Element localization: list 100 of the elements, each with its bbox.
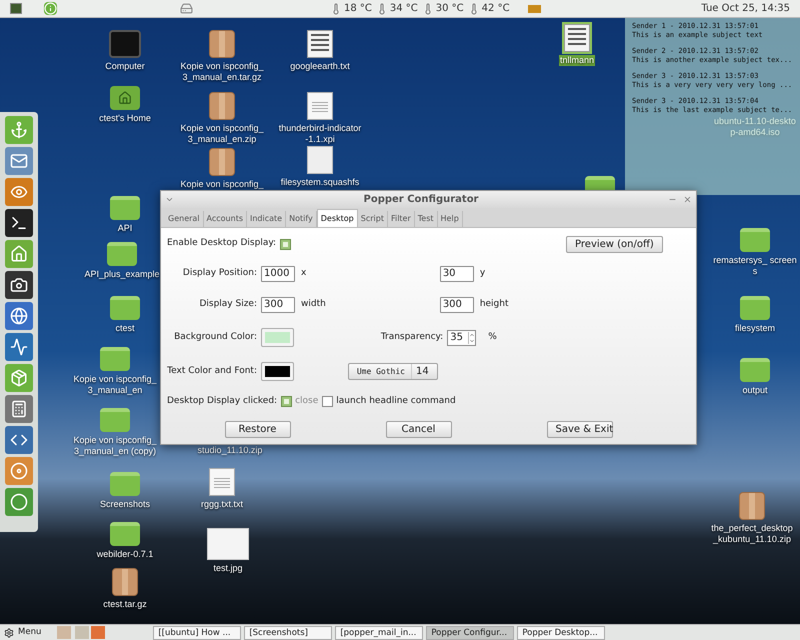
icon-label[interactable]: ctest.tar.gz [102,599,148,610]
enable-checkbox[interactable] [280,238,292,250]
folder-icon [740,228,770,252]
folder-icon [740,358,770,382]
field-label: Display Size: [198,298,257,312]
icon-label[interactable]: Computer [104,61,146,72]
icon-label[interactable]: webilder-0.7.1 [96,549,154,560]
folder-icon [110,196,140,220]
waveform-icon[interactable] [5,333,33,361]
terminal-icon[interactable] [5,209,33,237]
package-icon [112,568,138,596]
icon-label[interactable]: thunderbird-indicator-1.1.xpi [277,123,363,145]
temperature-reading: 18 °C [344,2,372,16]
folder-icon [740,296,770,320]
battery-icon[interactable] [528,4,541,12]
globe-icon[interactable] [5,302,33,330]
document-icon [307,92,333,120]
icon-label[interactable]: API_plus_example [83,269,161,280]
icon-label[interactable]: the_perfect_desktop_kubuntu_11.10.zip [709,523,795,545]
mail-icon[interactable] [5,147,33,175]
icon-label[interactable]: API [116,223,134,234]
close-icon[interactable] [683,195,692,204]
monitor-icon [109,30,141,58]
icon-label[interactable]: remastersys_ screens [712,255,798,277]
icon-label[interactable]: ctest's Home [98,113,152,124]
task-button[interactable]: [[ubuntu] How ... [153,626,242,640]
color-button[interactable] [261,362,294,381]
field-label: Display Position: [182,267,257,280]
spin-field[interactable]: 35 [447,330,476,346]
icon-label[interactable]: filesystem [734,323,776,334]
option-label: close [295,395,318,408]
spin-arrows-icon[interactable] [468,332,476,344]
menu-button[interactable]: Menu [18,626,42,639]
unit-label: height [480,298,508,312]
unit-label: x [301,267,306,280]
folder-icon [100,347,130,371]
icon-label[interactable]: rggg.txt.txt [200,499,244,510]
package-icon [209,92,235,120]
package-icon [209,30,235,58]
field-label: Desktop Display clicked: [167,395,278,408]
icon-label[interactable]: studio_11.10.zip [196,445,264,456]
icon-label[interactable]: Kopie von ispconfig_3_manual_en.tar.gz [179,61,265,83]
unit-label: width [301,298,326,312]
settings-icon[interactable] [4,628,14,638]
clock[interactable]: Tue Oct 25, 14:35 [701,1,790,16]
icon-label[interactable]: Kopie von ispconfig_3_manual_en (copy) [72,435,158,457]
dialog-button[interactable]: Restore [224,420,290,438]
input-field[interactable]: 30 [440,266,474,282]
task-button[interactable]: Popper Configur... [426,626,514,640]
folder-icon [110,472,140,496]
folder-icon [107,242,137,266]
color-button[interactable] [261,328,294,347]
icon-label[interactable]: googleearth.txt [289,61,351,72]
field-label: Background Color: [173,330,257,344]
icon-label[interactable]: filesystem.squashfs [280,177,360,188]
icon-label[interactable]: Kopie von ispconfig_3_manual_en [72,374,158,396]
window-icon[interactable] [10,3,22,14]
tab[interactable]: Desktop [316,209,358,227]
preview-button[interactable]: Preview (on/off) [566,236,663,252]
info-icon[interactable] [44,2,57,15]
icon-label[interactable]: Kopie von ispconfig_3_manual_en.zip [179,123,265,145]
dialog-button[interactable]: Cancel [386,420,452,438]
code-icon[interactable] [5,426,33,454]
input-field[interactable]: 1000 [261,266,295,282]
launcher-icon[interactable] [91,626,106,639]
window-menu-icon[interactable] [165,195,174,204]
anchor-icon[interactable] [5,116,33,144]
package-icon [209,148,235,176]
icon-label[interactable]: ctest [114,323,136,334]
package-icon[interactable] [5,364,33,392]
temperature-reading: 34 °C [390,2,418,16]
option-checkbox[interactable] [281,396,292,408]
file-icon [307,146,333,174]
icon-label[interactable]: Screenshots [98,499,152,510]
task-button[interactable]: Popper Desktop... [517,626,606,640]
text-file-icon [307,30,333,58]
task-button[interactable]: [Screenshots] [244,626,332,640]
field-label: Transparency: [380,330,444,344]
icon-label[interactable]: output [741,385,769,396]
input-field[interactable]: 300 [440,297,474,313]
drive-icon[interactable] [180,2,193,15]
icon-label[interactable]: test.jpg [212,563,244,574]
task-button[interactable]: [popper_mail_in... [335,626,424,640]
temperature-reading: 30 °C [436,2,464,16]
folder-icon [110,296,140,320]
option-label: launch headline command [336,395,456,408]
unit-label: % [488,330,497,344]
window-title: Popper Configurator [362,193,480,207]
option-checkbox[interactable] [322,396,334,408]
package-icon [739,492,765,520]
document-icon [209,468,235,496]
calculator-icon[interactable] [5,395,33,423]
text-file-icon [564,24,590,52]
unit-label: y [480,267,486,280]
camera-icon[interactable] [5,271,33,299]
dialog-button[interactable]: Save & Exit [546,420,612,438]
input-field[interactable]: 300 [261,297,295,313]
photo-placeholder [207,528,249,560]
font-button[interactable]: Ume Gothic 14 [348,363,438,380]
icon-label[interactable]: Kopie von ispconfig_ [179,179,265,190]
